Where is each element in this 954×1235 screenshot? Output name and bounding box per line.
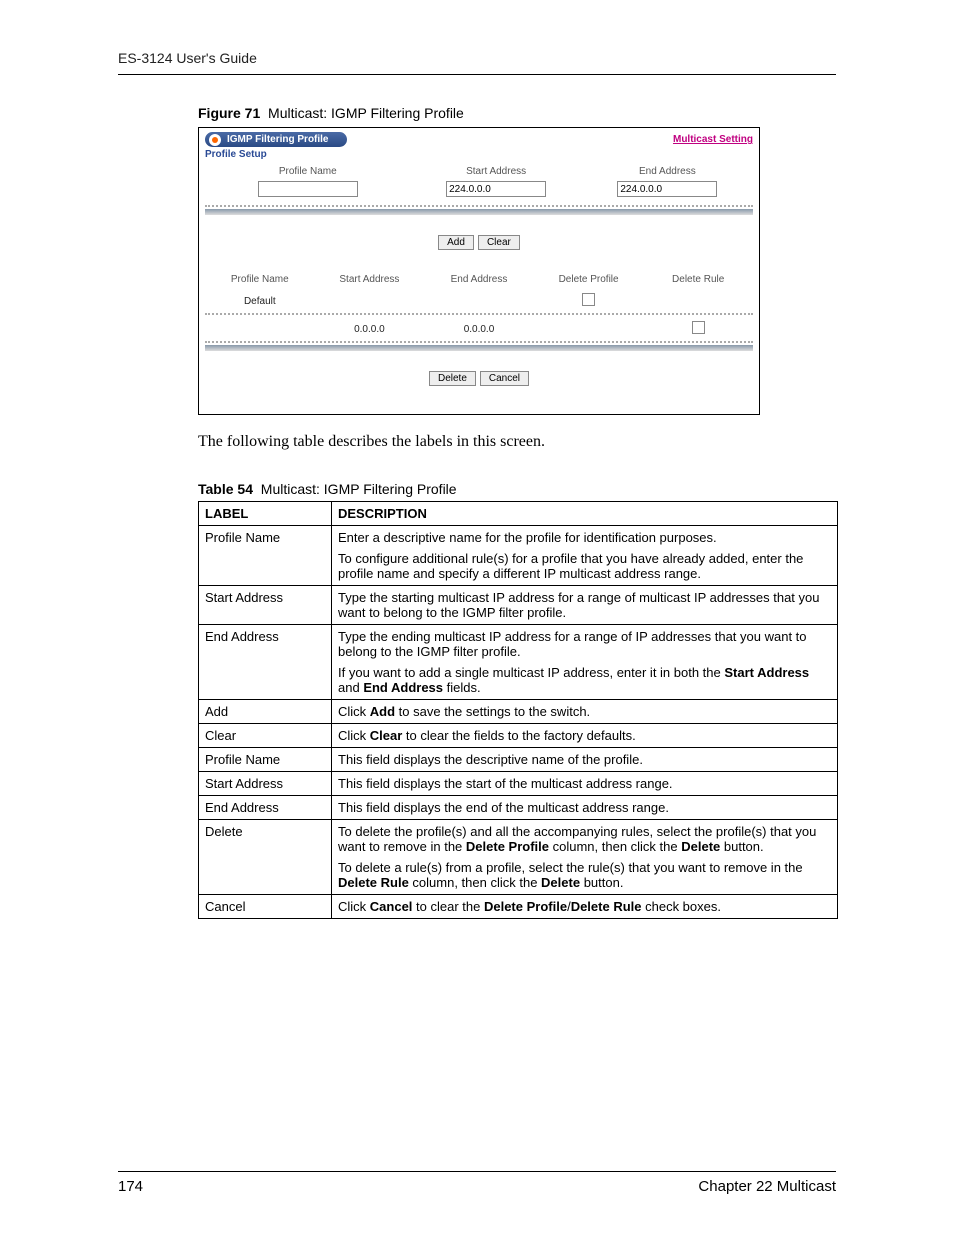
- table-header-label: LABEL: [199, 502, 332, 526]
- header-rule: [118, 74, 836, 75]
- label-cell: Start Address: [199, 586, 332, 625]
- label-cell: Start Address: [199, 772, 332, 796]
- footer-rule: [118, 1171, 836, 1172]
- cancel-button[interactable]: Cancel: [480, 371, 529, 386]
- screen-title-tab: IGMP Filtering Profile: [205, 132, 347, 147]
- table-row: Profile NameEnter a descriptive name for…: [199, 526, 838, 586]
- page-number: 174: [118, 1178, 143, 1195]
- intro-text: The following table describes the labels…: [198, 433, 836, 451]
- description-cell: Enter a descriptive name for the profile…: [332, 526, 838, 586]
- start-address-input[interactable]: [446, 181, 546, 197]
- figure-screenshot: IGMP Filtering Profile Multicast Setting…: [198, 127, 760, 415]
- table-row: End AddressThis field displays the end o…: [199, 796, 838, 820]
- multicast-setting-link[interactable]: Multicast Setting: [673, 134, 753, 145]
- label-cell: Clear: [199, 724, 332, 748]
- list-header-delete-profile: Delete Profile: [534, 274, 644, 285]
- table-row: Start AddressThis field displays the sta…: [199, 772, 838, 796]
- description-cell: Type the ending multicast IP address for…: [332, 625, 838, 700]
- table-row: End AddressType the ending multicast IP …: [199, 625, 838, 700]
- table-row: Start AddressType the starting multicast…: [199, 586, 838, 625]
- list-header-profile-name: Profile Name: [205, 274, 315, 285]
- list-header-delete-rule: Delete Rule: [643, 274, 753, 285]
- delete-rule-checkbox[interactable]: [692, 321, 705, 334]
- label-cell: Add: [199, 700, 332, 724]
- description-cell: To delete the profile(s) and all the acc…: [332, 820, 838, 895]
- description-cell: This field displays the end of the multi…: [332, 796, 838, 820]
- label-cell: Profile Name: [199, 748, 332, 772]
- cell-profile-name: Default: [205, 296, 315, 307]
- table-row: AddClick Add to save the settings to the…: [199, 700, 838, 724]
- col-header-start-address: Start Address: [411, 166, 582, 177]
- table-title: Multicast: IGMP Filtering Profile: [261, 481, 457, 497]
- description-cell: Click Clear to clear the fields to the f…: [332, 724, 838, 748]
- table-row: CancelClick Cancel to clear the Delete P…: [199, 895, 838, 919]
- label-cell: End Address: [199, 796, 332, 820]
- label-cell: Cancel: [199, 895, 332, 919]
- table-header-description: DESCRIPTION: [332, 502, 838, 526]
- col-header-profile-name: Profile Name: [205, 166, 411, 177]
- clear-button[interactable]: Clear: [478, 235, 520, 250]
- list-header-start-address: Start Address: [315, 274, 425, 285]
- list-row: 0.0.0.0 0.0.0.0: [199, 317, 759, 341]
- figure-caption: Figure 71 Multicast: IGMP Filtering Prof…: [198, 105, 836, 121]
- label-cell: End Address: [199, 625, 332, 700]
- profile-setup-heading: Profile Setup: [199, 149, 759, 160]
- cell-start-address: 0.0.0.0: [315, 324, 425, 335]
- delete-profile-checkbox[interactable]: [582, 293, 595, 306]
- table-label: Table 54: [198, 481, 253, 497]
- col-header-end-address: End Address: [582, 166, 753, 177]
- add-button[interactable]: Add: [438, 235, 474, 250]
- list-header-end-address: End Address: [424, 274, 534, 285]
- figure-label: Figure 71: [198, 105, 260, 121]
- table-row: ClearClick Clear to clear the fields to …: [199, 724, 838, 748]
- label-cell: Delete: [199, 820, 332, 895]
- description-table: LABEL DESCRIPTION Profile NameEnter a de…: [198, 501, 838, 919]
- description-cell: Type the starting multicast IP address f…: [332, 586, 838, 625]
- screen-title-text: IGMP Filtering Profile: [227, 134, 329, 145]
- description-cell: Click Add to save the settings to the sw…: [332, 700, 838, 724]
- profile-name-input[interactable]: [258, 181, 358, 197]
- description-cell: Click Cancel to clear the Delete Profile…: [332, 895, 838, 919]
- description-cell: This field displays the start of the mul…: [332, 772, 838, 796]
- table-row: Profile NameThis field displays the desc…: [199, 748, 838, 772]
- figure-title: Multicast: IGMP Filtering Profile: [268, 105, 464, 121]
- description-cell: This field displays the descriptive name…: [332, 748, 838, 772]
- table-caption: Table 54 Multicast: IGMP Filtering Profi…: [198, 481, 836, 497]
- end-address-input[interactable]: [617, 181, 717, 197]
- delete-button[interactable]: Delete: [429, 371, 476, 386]
- table-row: DeleteTo delete the profile(s) and all t…: [199, 820, 838, 895]
- doc-header: ES-3124 User's Guide: [118, 50, 836, 66]
- label-cell: Profile Name: [199, 526, 332, 586]
- cell-end-address: 0.0.0.0: [424, 324, 534, 335]
- chapter-label: Chapter 22 Multicast: [698, 1178, 836, 1195]
- list-row: Default: [199, 289, 759, 313]
